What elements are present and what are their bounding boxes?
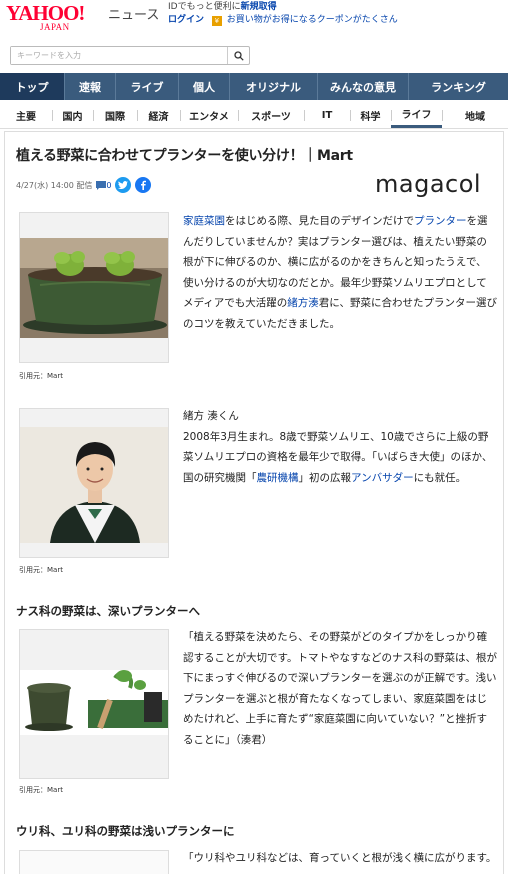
keyword-link-ambassador[interactable]: アンバサダー [351,472,414,484]
search-input[interactable] [11,47,226,64]
category-tab-sports[interactable]: スポーツ [238,102,304,128]
login-link[interactable]: ログイン [168,15,204,25]
logo-main-text: YAHOO! [6,1,85,25]
profile-block: 緒方 湊くん 2008年3月生まれ。8歳で野菜ソムリエ、10歳でさらに上級の野菜… [183,406,497,488]
nav-tab-original[interactable]: オリジナル [230,73,318,100]
coupon-link[interactable]: お買い物がお得になるクーポンがたくさん [227,15,398,25]
profile-text-2: 」初の広報 [298,471,352,484]
deep-planter-photo[interactable] [19,629,169,779]
logo-sub-text: JAPAN [40,22,70,32]
site-header: YAHOO! JAPAN ニュース IDでもっと便利に新規取得 ログイン ¥ お… [0,0,508,38]
deep-planter-image [20,630,168,778]
id-promo-text: IDでもっと便利に [168,2,241,12]
nav-tab-live[interactable]: ライブ [116,73,179,100]
nav-tab-breaking[interactable]: 速報 [65,73,116,100]
category-tab-main[interactable]: 主要 [0,102,52,128]
intro-text-2: を選んだりしていませんか？実はプランター選びは、植えたい野菜の根が下に伸びるのか… [183,215,488,309]
category-tab-economy[interactable]: 経済 [137,102,180,128]
category-tab-international[interactable]: 国際 [93,102,137,128]
yahoo-japan-logo[interactable]: YAHOO! JAPAN [6,2,106,32]
nav-tab-opinion[interactable]: みんなの意見 [318,73,409,100]
twitter-icon [118,181,129,189]
facebook-share-button[interactable] [135,177,152,193]
twitter-share-button[interactable] [115,177,132,193]
magacol-logo[interactable]: magacol [375,170,481,198]
photo-credit: 引用元：Mart [19,786,63,794]
category-tab-entertainment[interactable]: エンタメ [180,102,238,128]
keyword-link-planter[interactable]: プランター [414,215,467,227]
login-row: ログイン ¥ お買い物がお得になるクーポンがたくさん [168,14,398,27]
profile-name: 緒方 湊くん [183,410,239,422]
photo-credit: 引用元：Mart [19,566,63,574]
nav-tab-top[interactable]: トップ [0,73,65,100]
comment-icon [96,180,107,190]
category-tab-region[interactable]: 地域 [442,102,508,128]
comment-button[interactable]: 0 [96,180,112,190]
keyword-link-naro[interactable]: 農研機構 [257,472,299,484]
shallow-planter-photo[interactable] [19,850,169,874]
section-heading-cucurbitaceae: ウリ科、ユリ科の野菜は浅いプランターに [16,824,235,838]
main-nav: トップ 速報 ライブ 個人 オリジナル みんなの意見 ランキング [0,73,508,100]
photo-credit: 引用元：Mart [19,372,63,380]
search-box [10,46,250,65]
profile-text-3: にも就任。 [413,471,467,484]
coupon-icon: ¥ [211,16,222,26]
profile-photo[interactable] [19,408,169,558]
category-tab-science[interactable]: 科学 [350,102,391,128]
search-icon [233,50,244,61]
category-nav: 主要 国内 国際 経済 エンタメ スポーツ IT 科学 ライフ 地域 [0,102,508,129]
register-link[interactable]: 新規取得 [241,2,277,12]
article-title: 植える野菜に合わせてプランターを使い分け！｜Mart [16,148,353,164]
section1-text: 「植える野菜を決めたら、その野菜がどのタイプかをしっかり確認することが大切です。… [183,631,497,746]
profile-bio: 2008年3月生まれ。8歳で野菜ソムリエ、10歳でさらに上級の野菜ソムリエプロの… [183,427,497,489]
category-tab-domestic[interactable]: 国内 [52,102,93,128]
section2-text: 「ウリ科やユリ科などは、育っていくと根が浅く横に広がります。 [183,852,497,864]
intro-text-1: をはじめる際、見た目のデザインだけで [225,215,414,227]
delivered-label: 配信 [76,180,93,190]
section-heading-solanaceae: ナス科の野菜は、深いプランターへ [16,604,200,618]
keyword-link-home-garden[interactable]: 家庭菜園 [183,215,225,227]
article: 植える野菜に合わせてプランターを使い分け！｜Mart 4/27(水) 14:00… [4,131,504,874]
profile-image [20,409,168,557]
category-tab-it[interactable]: IT [304,102,350,128]
category-tab-life[interactable]: ライフ [391,102,442,128]
keyword-link-ogata[interactable]: 緒方湊 [287,297,319,309]
id-promo: IDでもっと便利に新規取得 [168,1,277,14]
planter-photo[interactable] [19,212,169,363]
search-button[interactable] [227,47,249,64]
planter-image [20,213,168,362]
article-paragraph-intro: 家庭菜園をはじめる際、見た目のデザインだけでプランターを選んだりしていませんか？… [183,211,497,334]
news-section-label[interactable]: ニュース [108,4,159,23]
comment-count: 0 [106,180,112,190]
publish-date: 4/27(水) 14:00 [16,180,74,190]
facebook-icon [141,180,147,190]
nav-tab-individual[interactable]: 個人 [179,73,230,100]
nav-tab-ranking[interactable]: ランキング [409,73,508,100]
article-meta: 4/27(水) 14:00 配信 0 [16,177,152,193]
